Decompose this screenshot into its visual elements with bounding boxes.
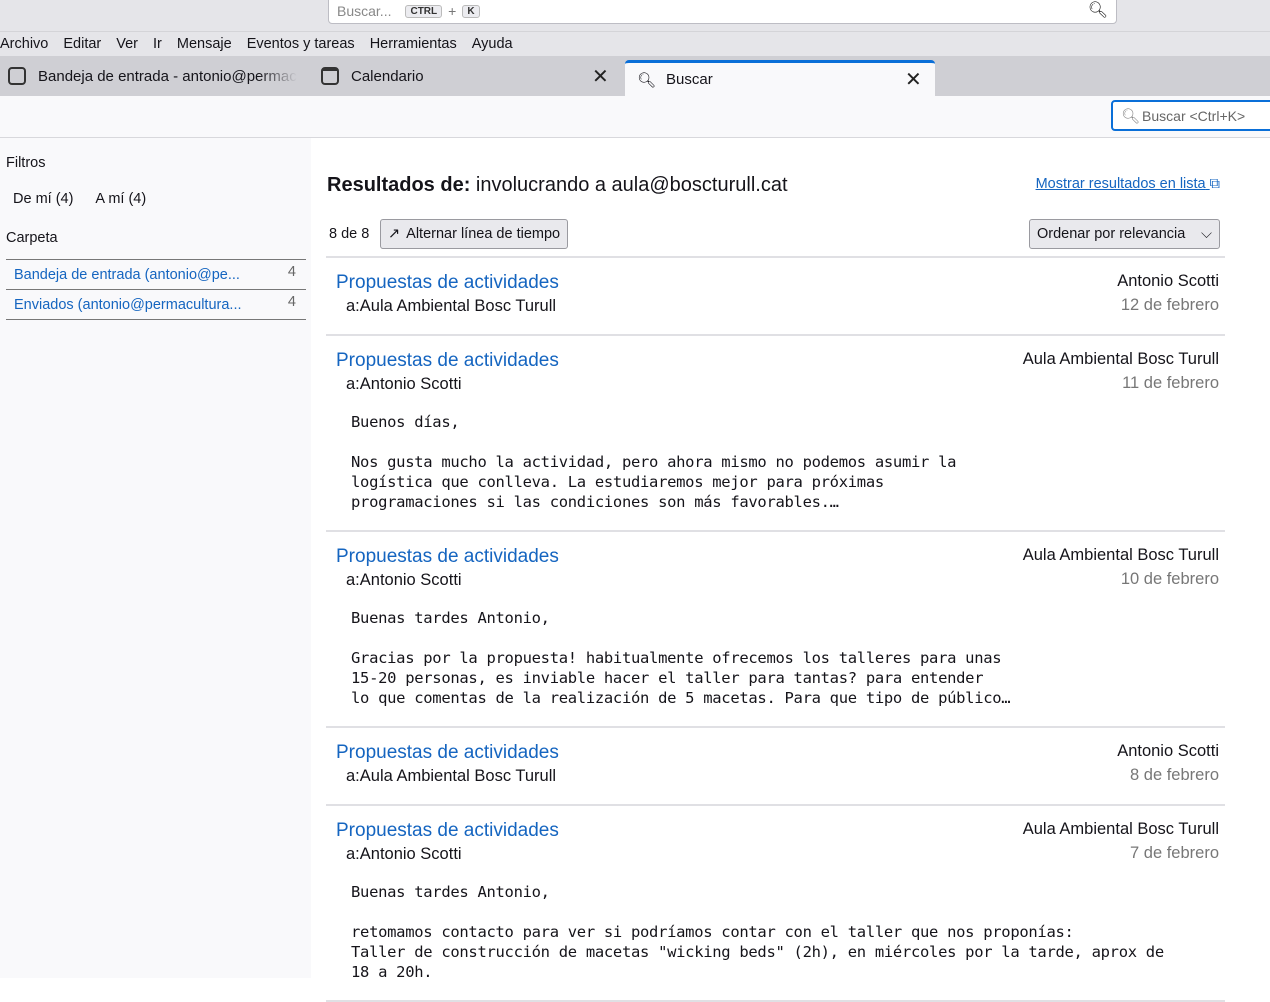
result-sender: Aula Ambiental Bosc Turull: [1022, 350, 1219, 368]
menu-herramientas[interactable]: Herramientas: [370, 36, 457, 52]
quick-search-input[interactable]: 🔍︎ Buscar <Ctrl+K>: [1111, 100, 1270, 131]
show-results-list-link[interactable]: Mostrar resultados en lista ⧉: [1036, 176, 1220, 192]
global-search-placeholder: Buscar...: [337, 3, 392, 19]
folder-count: 4: [287, 293, 296, 310]
shortcut-key-k: K: [462, 4, 480, 18]
sort-label: Ordenar por relevancia: [1037, 226, 1186, 242]
result-snippet: Buenas tardes Antonio, Gracias por la pr…: [351, 609, 1011, 707]
folder-item-sent[interactable]: Enviados (antonio@permacultura... 4: [6, 290, 306, 320]
result-date: 7 de febrero: [1130, 844, 1219, 862]
toggle-timeline-button[interactable]: ↗ Alternar línea de tiempo: [380, 219, 569, 249]
menu-mensaje[interactable]: Mensaje: [177, 36, 232, 52]
shortcut-key-ctrl: CTRL: [405, 4, 443, 18]
close-tab-icon[interactable]: ✕: [905, 67, 922, 92]
timeline-label: Alternar línea de tiempo: [406, 226, 561, 242]
search-results-pane: Resultados de: involucrando a aula@bosct…: [311, 138, 1270, 1002]
folder-heading: Carpeta: [6, 230, 58, 246]
result-subject[interactable]: Propuestas de actividades: [336, 742, 1219, 764]
result-date: 8 de febrero: [1130, 766, 1219, 784]
result-item[interactable]: Propuestas de actividades a:Antonio Scot…: [326, 336, 1225, 532]
menu-ir[interactable]: Ir: [153, 36, 162, 52]
shortcut-plus: +: [448, 3, 457, 19]
show-list-label: Mostrar resultados en lista: [1035, 176, 1206, 192]
result-recipient: a:Aula Ambiental Bosc Turull: [346, 297, 557, 315]
result-snippet: Buenas tardes Antonio, retomamos contact…: [351, 883, 1164, 981]
result-recipient: a:Antonio Scotti: [346, 375, 462, 393]
result-item[interactable]: Propuestas de actividades a:Antonio Scot…: [326, 806, 1225, 1002]
results-query: involucrando a aula@boscturull.cat: [470, 174, 788, 196]
results-label: Resultados de:: [327, 174, 471, 196]
result-date: 11 de febrero: [1122, 374, 1219, 392]
result-sender: Antonio Scotti: [1117, 742, 1219, 760]
tab-bar: Bandeja de entrada - antonio@permac Cale…: [0, 56, 1270, 96]
menu-bar: Archivo Editar Ver Ir Mensaje Eventos y …: [0, 32, 1270, 56]
result-snippet: Buenos días, Nos gusta mucho la activida…: [351, 413, 957, 511]
open-list-icon: ⧉: [1209, 176, 1220, 192]
result-item[interactable]: Propuestas de actividades a:Antonio Scot…: [326, 532, 1225, 728]
results-count: 8 de 8: [329, 226, 370, 242]
menu-eventos[interactable]: Eventos y tareas: [247, 36, 355, 52]
search-icon: 🔍︎: [637, 71, 657, 89]
menu-archivo[interactable]: Archivo: [0, 36, 48, 52]
result-recipient: a:Aula Ambiental Bosc Turull: [346, 767, 557, 785]
result-item[interactable]: Propuestas de actividades a:Aula Ambient…: [326, 728, 1225, 806]
folder-count: 4: [287, 263, 296, 280]
folder-item-inbox[interactable]: Bandeja de entrada (antonio@pe... 4: [6, 260, 306, 290]
search-icon[interactable]: 🔍︎: [1088, 0, 1108, 20]
search-icon: 🔍︎: [1121, 107, 1141, 125]
chevron-down-icon: ⌵: [1201, 226, 1212, 242]
filter-from-me[interactable]: De mí (4): [13, 191, 73, 207]
filters-heading: Filtros: [6, 155, 46, 171]
tab-label: Calendario: [351, 67, 424, 85]
result-date: 12 de febrero: [1120, 296, 1219, 314]
close-tab-icon[interactable]: ✕: [592, 64, 609, 89]
title-bar: Buscar... CTRL + K 🔍︎: [0, 0, 1270, 32]
toolbar: 🔍︎ Buscar <Ctrl+K>: [0, 96, 1270, 138]
filters-sidebar: Filtros De mí (4) A mí (4) Carpeta Bande…: [0, 138, 311, 978]
calendar-icon: [321, 67, 339, 85]
tab-calendar[interactable]: Calendario ✕: [321, 56, 621, 96]
result-subject[interactable]: Propuestas de actividades: [336, 272, 1219, 294]
result-sender: Aula Ambiental Bosc Turull: [1022, 546, 1219, 564]
folder-name: Bandeja de entrada (antonio@pe...: [14, 266, 240, 283]
quick-search-placeholder: Buscar <Ctrl+K>: [1142, 107, 1246, 124]
result-sender: Antonio Scotti: [1117, 272, 1219, 290]
result-recipient: a:Antonio Scotti: [346, 845, 462, 863]
result-item[interactable]: Propuestas de actividades a:Aula Ambient…: [326, 258, 1225, 336]
tab-label: Bandeja de entrada - antonio@permac: [38, 67, 297, 85]
global-search-input[interactable]: Buscar... CTRL + K 🔍︎: [328, 0, 1117, 24]
inbox-icon: [8, 67, 26, 85]
timeline-icon: ↗: [388, 226, 401, 242]
results-list: Propuestas de actividades a:Aula Ambient…: [326, 256, 1225, 1002]
tab-inbox[interactable]: Bandeja de entrada - antonio@permac: [8, 56, 298, 96]
filter-to-me[interactable]: A mí (4): [95, 191, 146, 207]
menu-ayuda[interactable]: Ayuda: [472, 36, 513, 52]
tab-label: Buscar: [666, 71, 713, 88]
folder-name: Enviados (antonio@permacultura...: [14, 296, 242, 313]
result-recipient: a:Antonio Scotti: [346, 571, 462, 589]
results-title: Resultados de: involucrando a aula@bosct…: [327, 174, 788, 197]
result-date: 10 de febrero: [1120, 570, 1219, 588]
menu-editar[interactable]: Editar: [63, 36, 101, 52]
result-sender: Aula Ambiental Bosc Turull: [1022, 820, 1219, 838]
tab-search[interactable]: 🔍︎ Buscar ✕: [625, 60, 935, 96]
menu-ver[interactable]: Ver: [116, 36, 138, 52]
sort-select[interactable]: Ordenar por relevancia ⌵: [1029, 219, 1220, 249]
